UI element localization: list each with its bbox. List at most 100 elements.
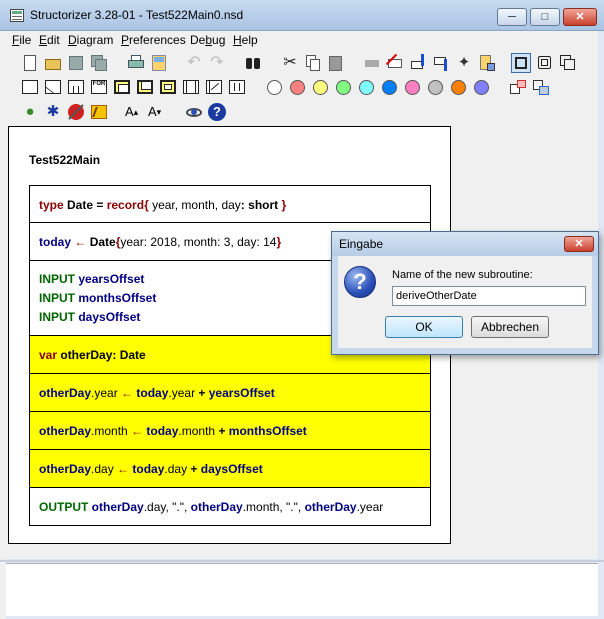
error-list-pane[interactable] [6, 563, 598, 616]
element-text-part: } [281, 198, 287, 212]
paste-icon[interactable] [326, 53, 346, 73]
view-nice-icon[interactable] [511, 53, 531, 73]
element-text-part: year: 2018, month: 3, day: 14 [120, 235, 277, 249]
element-text-line: today ← Date{year: 2018, month: 3, day: … [39, 233, 281, 252]
color-pink-icon[interactable] [403, 78, 423, 98]
cancel-button[interactable]: Abbrechen [471, 316, 549, 338]
color-cyan-icon[interactable] [357, 78, 377, 98]
analyser-icon[interactable] [89, 102, 109, 122]
move-down-icon[interactable] [431, 53, 451, 73]
expand-icon[interactable] [531, 78, 551, 98]
color-blue-icon[interactable] [380, 78, 400, 98]
find-binoculars-icon[interactable] [243, 53, 263, 73]
element-text-part: type [39, 198, 68, 212]
month-assignment-element[interactable]: otherDay.month ← today.month + monthsOff… [29, 412, 431, 450]
dialog-titlebar[interactable]: Eingabe ✕ [332, 232, 598, 256]
day-assignment-element[interactable]: otherDay.day ← today.day + daysOffset [29, 450, 431, 488]
element-text-part: yearsOffset [78, 272, 145, 286]
element-text-part: Date [89, 235, 116, 249]
menu-diagram[interactable]: Diagram [68, 33, 113, 47]
element-text-part: ← [117, 462, 133, 476]
menu-preferences[interactable]: Preferences [121, 33, 186, 47]
element-text-part: .day, ".", [143, 500, 191, 514]
add-parallel-icon[interactable] [227, 77, 247, 97]
new-file-icon[interactable] [20, 53, 40, 73]
subroutine-name-label: Name of the new subroutine: [392, 269, 533, 281]
view-copy-icon[interactable] [558, 53, 578, 73]
element-text-part: today [39, 235, 75, 249]
element-text-part: ← [74, 235, 90, 249]
close-button[interactable]: ✕ [563, 8, 597, 26]
element-text-part: Date [119, 348, 146, 362]
executor-gear-icon[interactable]: ✱ [43, 102, 63, 122]
view-boxed-icon[interactable] [535, 53, 555, 73]
minimize-button[interactable]: ─ [497, 8, 527, 26]
dialog-body: ? Name of the new subroutine: OK Abbrech… [338, 256, 592, 348]
collapse-icon[interactable] [508, 78, 528, 98]
font-up-icon[interactable]: A▴ [125, 102, 145, 122]
color-green-icon[interactable] [334, 78, 354, 98]
export-picture-icon[interactable] [149, 53, 169, 73]
menu-file[interactable]: File [12, 33, 31, 47]
save-all-icon[interactable] [89, 53, 109, 73]
ok-button[interactable]: OK [385, 316, 463, 338]
element-text-part: otherDay [39, 424, 92, 438]
move-up-icon[interactable] [408, 53, 428, 73]
outsource-icon[interactable] [477, 53, 497, 73]
element-text-part: yearsOffset [208, 386, 275, 400]
add-endless-loop-icon[interactable] [158, 77, 178, 97]
color-gray-icon[interactable] [426, 78, 446, 98]
color-white-icon[interactable] [265, 78, 285, 98]
output-element[interactable]: OUTPUT otherDay.day, ".", otherDay.month… [29, 488, 431, 526]
magic-wand-icon[interactable]: ✦ [454, 53, 474, 73]
element-text-part: .day [91, 462, 118, 476]
element-text-part: otherDay [304, 500, 357, 514]
undo-icon[interactable]: ↶ [184, 53, 204, 73]
print-icon[interactable] [126, 53, 146, 73]
add-alternative-icon[interactable] [43, 77, 63, 97]
add-call-icon[interactable] [181, 77, 201, 97]
delete-element-icon[interactable] [385, 53, 405, 73]
element-text-part: otherDay [60, 348, 113, 362]
element-text-part: INPUT [39, 291, 79, 305]
element-text-part: .year [356, 500, 384, 514]
add-instruction-icon[interactable] [20, 77, 40, 97]
app-icon [10, 9, 24, 22]
help-icon[interactable]: ? [207, 102, 227, 122]
edit-element-icon[interactable] [362, 53, 382, 73]
add-for-loop-icon[interactable]: FOR [89, 77, 109, 97]
element-text-part: + [190, 462, 201, 476]
element-text-line: INPUT monthsOffset [39, 289, 156, 308]
type-definition-element[interactable]: type Date = record{ year, month, day: sh… [29, 185, 431, 223]
subroutine-name-input[interactable] [392, 286, 586, 306]
turtle-icon[interactable]: ● [20, 102, 40, 122]
color-orange-icon[interactable] [449, 78, 469, 98]
element-text-part: : [112, 348, 120, 362]
save-icon[interactable] [66, 53, 86, 73]
element-text-line: INPUT daysOffset [39, 308, 140, 327]
redo-icon[interactable]: ↷ [207, 53, 227, 73]
splitter[interactable] [0, 560, 604, 562]
menu-help[interactable]: Help [233, 33, 258, 47]
breakpoint-clear-icon[interactable] [66, 102, 86, 122]
show-comments-eye-icon[interactable] [184, 102, 204, 122]
copy-icon[interactable] [303, 53, 323, 73]
font-down-icon[interactable]: A▾ [148, 102, 168, 122]
color-red-icon[interactable] [288, 78, 308, 98]
add-case-icon[interactable] [66, 77, 86, 97]
add-jump-icon[interactable] [204, 77, 224, 97]
diagram-title[interactable]: Test522Main [29, 153, 100, 167]
open-folder-icon[interactable] [43, 53, 63, 73]
element-text-part: var [39, 348, 61, 362]
add-repeat-loop-icon[interactable] [135, 77, 155, 97]
color-yellow-icon[interactable] [311, 78, 331, 98]
menu-debug[interactable]: Debug [190, 33, 225, 47]
color-violet-icon[interactable] [472, 78, 492, 98]
maximize-button[interactable]: □ [530, 8, 560, 26]
dialog-close-button[interactable]: ✕ [564, 236, 594, 252]
add-while-loop-icon[interactable] [112, 77, 132, 97]
element-text-line: var otherDay: Date [39, 346, 146, 365]
menu-edit[interactable]: Edit [39, 33, 60, 47]
year-assignment-element[interactable]: otherDay.year ← today.year + yearsOffset [29, 374, 431, 412]
cut-icon[interactable]: ✂ [280, 53, 300, 73]
